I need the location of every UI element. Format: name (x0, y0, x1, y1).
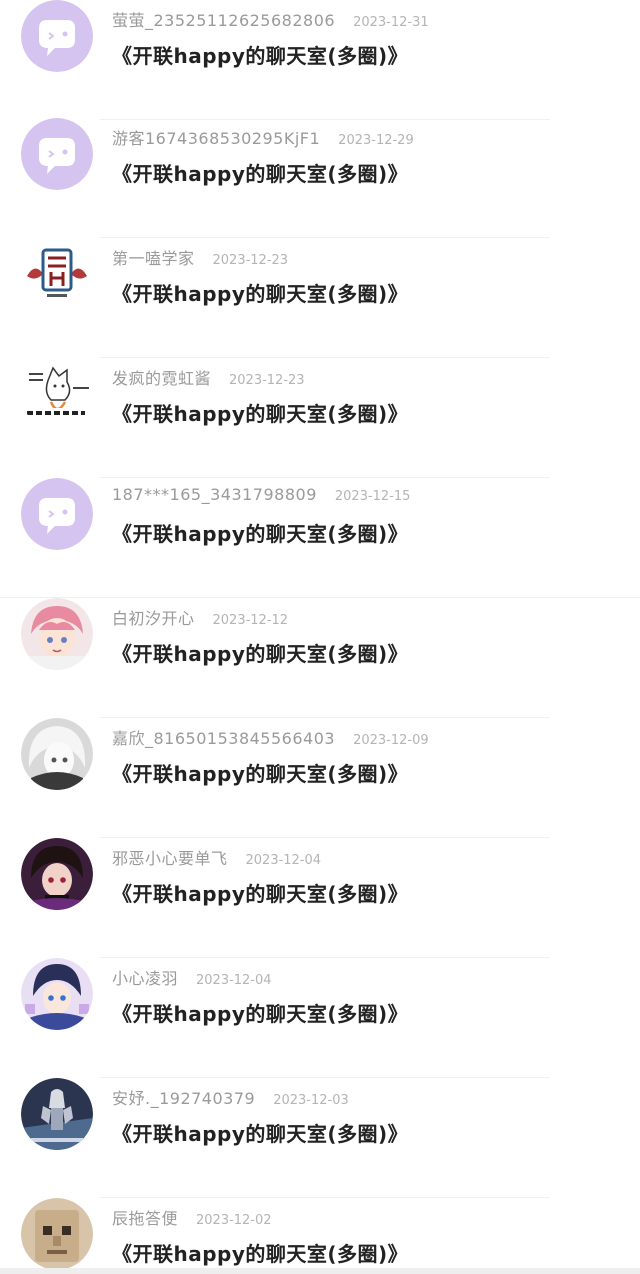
list-item[interactable]: 邪恶小心要单飞 2023-12-04 《开联happy的聊天室(多圈)》 (0, 838, 640, 958)
message-meta: 辰拖答便 2023-12-02 (112, 1205, 272, 1229)
emblem-avatar (21, 238, 93, 310)
username[interactable]: 安妤._192740379 (112, 1085, 255, 1109)
message-text[interactable]: 《开联happy的聊天室(多圈)》 (112, 998, 408, 1027)
username[interactable]: 辰拖答便 (112, 1205, 178, 1229)
list-item[interactable]: 辰拖答便 2023-12-02 《开联happy的聊天室(多圈)》 (0, 1198, 640, 1270)
message-text[interactable]: 《开联happy的聊天室(多圈)》 (112, 40, 408, 69)
message-text[interactable]: 《开联happy的聊天室(多圈)》 (112, 638, 408, 667)
anime-pink-hair-avatar (21, 598, 93, 670)
chat-bubble-icon (21, 478, 93, 550)
timestamp: 2023-12-12 (212, 613, 289, 628)
message-meta: 187***165_3431798809 2023-12-15 (112, 485, 410, 509)
avatar[interactable] (21, 0, 93, 72)
chat-bubble-icon (21, 118, 93, 190)
timestamp: 2023-12-23 (212, 253, 289, 268)
timestamp: 2023-12-31 (353, 15, 429, 30)
username[interactable]: 187***165_3431798809 (112, 485, 317, 504)
message-meta: 邪恶小心要单飞 2023-12-04 (112, 845, 321, 869)
timestamp: 2023-12-15 (334, 489, 411, 504)
message-meta: 第一嗑学家 2023-12-23 (112, 245, 288, 269)
username[interactable]: 白初汐开心 (112, 605, 195, 629)
bottom-edge (0, 1268, 640, 1274)
message-meta: 嘉欣_81650153845566403 2023-12-09 (112, 725, 429, 749)
anime-blue-avatar (21, 958, 93, 1030)
timestamp: 2023-12-02 (196, 1213, 272, 1228)
message-text[interactable]: 《开联happy的聊天室(多圈)》 (112, 758, 408, 787)
username[interactable]: 游客1674368530295KjF1 (112, 125, 320, 149)
message-text[interactable]: 《开联happy的聊天室(多圈)》 (112, 398, 408, 427)
message-meta: 发疯的霓虹酱 2023-12-23 (112, 365, 305, 389)
message-text[interactable]: 《开联happy的聊天室(多圈)》 (112, 878, 408, 907)
timestamp: 2023-12-09 (353, 733, 429, 748)
message-text[interactable]: 《开联happy的聊天室(多圈)》 (112, 1118, 408, 1147)
list-item[interactable]: 嘉欣_81650153845566403 2023-12-09 《开联happy… (0, 718, 640, 838)
list-item[interactable]: 小心凌羽 2023-12-04 《开联happy的聊天室(多圈)》 (0, 958, 640, 1078)
message-meta: 白初汐开心 2023-12-12 (112, 605, 288, 629)
message-text[interactable]: 《开联happy的聊天室(多圈)》 (112, 158, 408, 187)
avatar[interactable] (21, 238, 93, 310)
anime-dark-avatar (21, 838, 93, 910)
username[interactable]: 发疯的霓虹酱 (112, 365, 211, 389)
list-item[interactable]: 安妤._192740379 2023-12-03 《开联happy的聊天室(多圈… (0, 1078, 640, 1198)
avatar[interactable] (21, 1078, 93, 1150)
message-meta: 萤萤_23525112625682806 2023-12-31 (112, 7, 429, 31)
avatar[interactable] (21, 118, 93, 190)
timestamp: 2023-12-23 (229, 373, 305, 388)
avatar[interactable] (21, 838, 93, 910)
username[interactable]: 小心凌羽 (112, 965, 178, 989)
avatar[interactable] (21, 958, 93, 1030)
avatar[interactable] (21, 598, 93, 670)
message-list: 萤萤_23525112625682806 2023-12-31 《开联happy… (0, 0, 640, 1274)
timestamp: 2023-12-03 (273, 1093, 349, 1108)
timestamp: 2023-12-04 (196, 973, 272, 988)
chat-bubble-icon (21, 0, 93, 72)
message-meta: 游客1674368530295KjF1 2023-12-29 (112, 125, 414, 149)
list-item[interactable]: 萤萤_23525112625682806 2023-12-31 《开联happy… (0, 0, 640, 120)
avatar[interactable] (21, 358, 93, 430)
list-item[interactable]: 白初汐开心 2023-12-12 《开联happy的聊天室(多圈)》 (0, 598, 640, 718)
game-character-avatar (21, 1078, 93, 1150)
message-text[interactable]: 《开联happy的聊天室(多圈)》 (112, 1238, 408, 1267)
list-item[interactable]: 发疯的霓虹酱 2023-12-23 《开联happy的聊天室(多圈)》 (0, 358, 640, 478)
timestamp: 2023-12-04 (245, 853, 322, 868)
anime-white-hair-avatar (21, 718, 93, 790)
username[interactable]: 嘉欣_81650153845566403 (112, 725, 335, 749)
list-item[interactable]: 187***165_3431798809 2023-12-15 《开联happy… (0, 478, 640, 598)
username[interactable]: 第一嗑学家 (112, 245, 195, 269)
username[interactable]: 萤萤_23525112625682806 (112, 7, 335, 31)
avatar[interactable] (21, 478, 93, 550)
message-text[interactable]: 《开联happy的聊天室(多圈)》 (112, 278, 408, 307)
avatar[interactable] (21, 718, 93, 790)
message-text[interactable]: 《开联happy的聊天室(多圈)》 (112, 518, 408, 547)
cardboard-face-avatar (21, 1198, 93, 1270)
username[interactable]: 邪恶小心要单飞 (112, 845, 228, 869)
list-item[interactable]: 第一嗑学家 2023-12-23 《开联happy的聊天室(多圈)》 (0, 238, 640, 358)
cat-meme-avatar (21, 358, 93, 430)
timestamp: 2023-12-29 (338, 133, 414, 148)
message-meta: 安妤._192740379 2023-12-03 (112, 1085, 349, 1109)
message-meta: 小心凌羽 2023-12-04 (112, 965, 272, 989)
list-item[interactable]: 游客1674368530295KjF1 2023-12-29 《开联happy的… (0, 118, 640, 238)
avatar[interactable] (21, 1198, 93, 1270)
